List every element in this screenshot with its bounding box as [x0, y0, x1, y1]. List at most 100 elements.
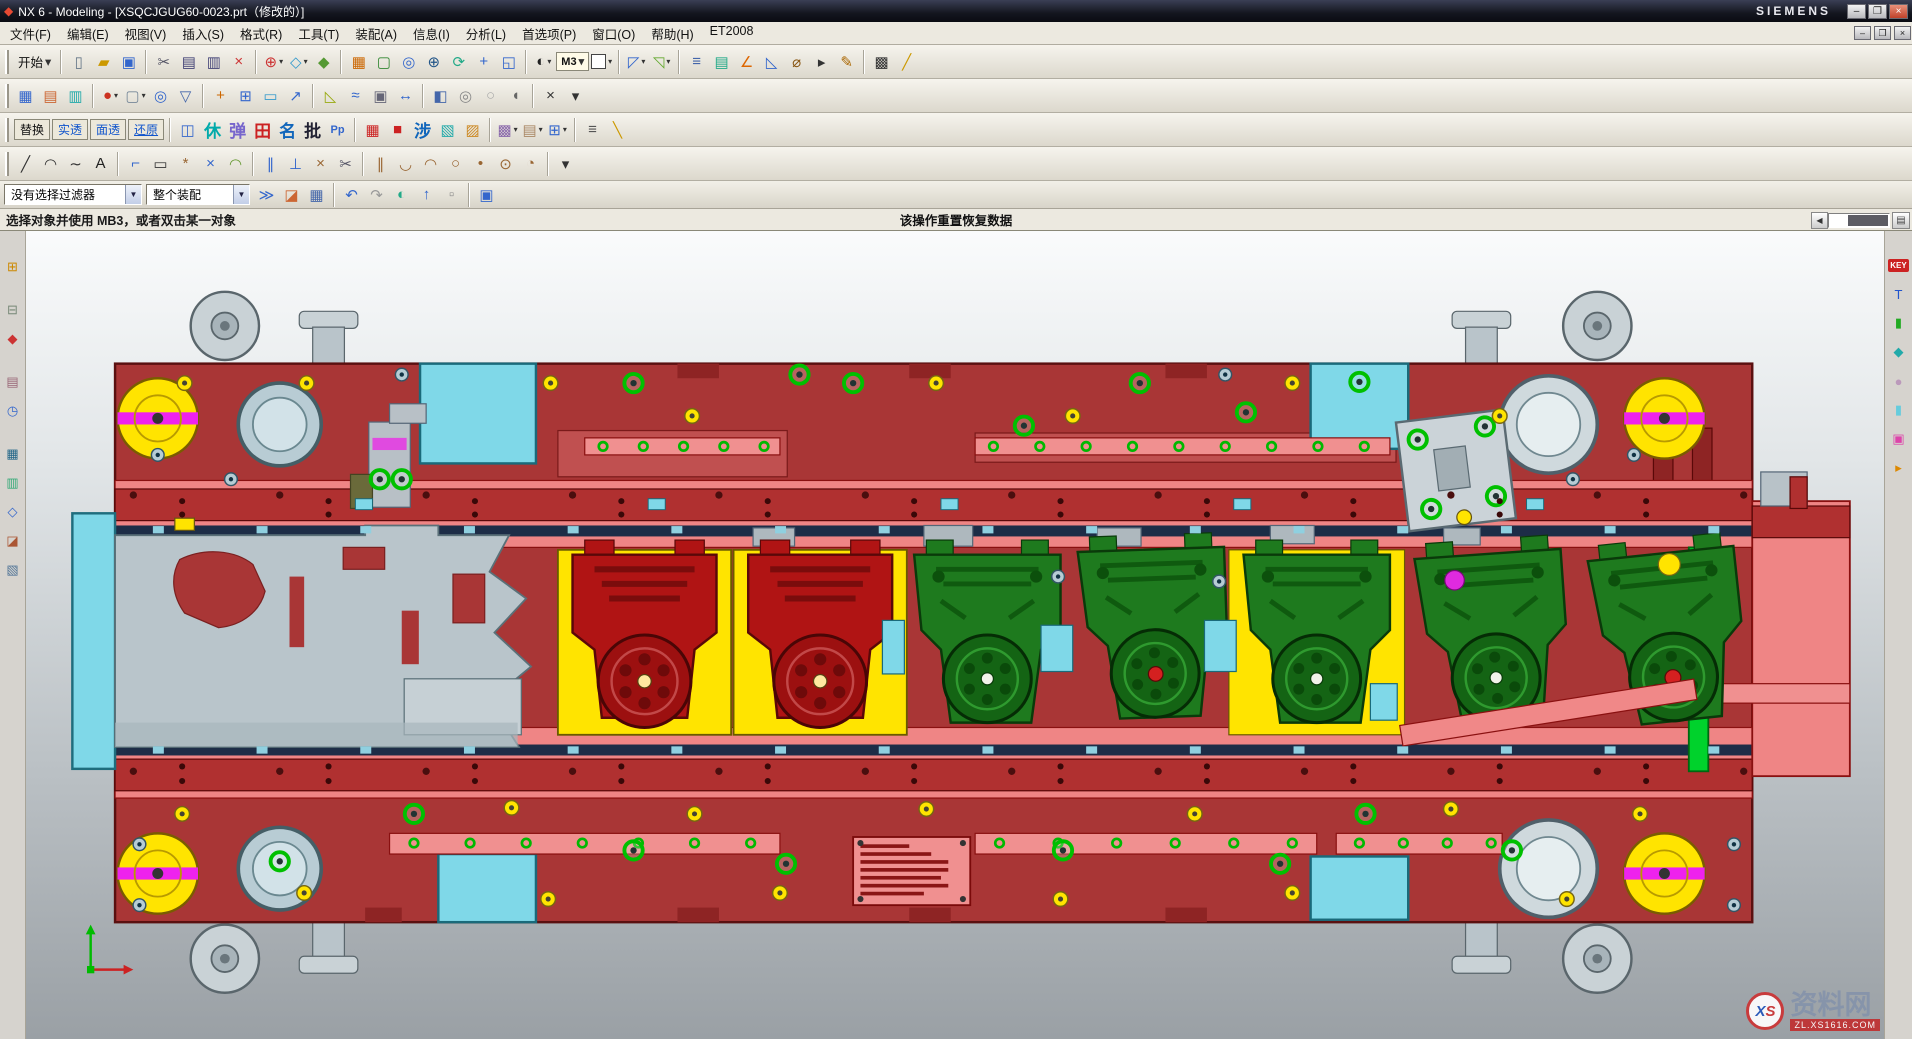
- section-view-button[interactable]: ◫: [175, 117, 200, 142]
- solid-translucency-button[interactable]: 实透: [52, 119, 88, 140]
- sketch-button[interactable]: ◆: [311, 49, 336, 74]
- wcs-display-button[interactable]: +: [208, 83, 233, 108]
- save-button[interactable]: ▣: [116, 49, 141, 74]
- sphere-select-button[interactable]: ◐: [389, 182, 414, 207]
- strip-entry-tab[interactable]: [175, 518, 195, 530]
- orange-mesh-button[interactable]: ▨: [460, 117, 485, 142]
- menu-item-0[interactable]: 文件(F): [2, 22, 59, 45]
- select-arrow-button[interactable]: ▸: [809, 49, 834, 74]
- plane-filter-button[interactable]: ◪: [279, 182, 304, 207]
- magnify-button[interactable]: ◎: [148, 83, 173, 108]
- blue-grid-dropdown[interactable]: ⊞▾: [545, 117, 570, 142]
- start-button[interactable]: 开始▾: [13, 49, 56, 74]
- menu-item-10[interactable]: 窗口(O): [584, 22, 643, 45]
- spline-button[interactable]: ∼: [63, 151, 88, 176]
- m3-combo-arrow[interactable]: ▾: [579, 55, 585, 68]
- prism-icon[interactable]: ◆: [1889, 342, 1909, 362]
- menu-item-12[interactable]: ET2008: [702, 22, 762, 45]
- cue-scrollbar-thumb[interactable]: [1848, 215, 1888, 226]
- up-level-button[interactable]: ↑: [414, 182, 439, 207]
- station-1-red-die[interactable]: [558, 540, 731, 735]
- stacked-squares-button[interactable]: ⊞: [233, 83, 258, 108]
- arrow-up-right-button[interactable]: ↗: [283, 83, 308, 108]
- station-6-magenta-bushing[interactable]: [1445, 571, 1465, 590]
- matrix-button[interactable]: ▩: [869, 49, 894, 74]
- tool-info-plate[interactable]: [853, 837, 970, 905]
- toolbar-grip[interactable]: [5, 50, 9, 74]
- xiu-button[interactable]: 休: [200, 117, 225, 142]
- palette-icon[interactable]: ▥: [3, 473, 23, 493]
- point-button[interactable]: •: [468, 151, 493, 176]
- zoom-in-out-button[interactable]: ⊕: [421, 49, 446, 74]
- quick-trim-button[interactable]: ◔: [518, 151, 543, 176]
- child-minimize-button[interactable]: –: [1854, 26, 1871, 40]
- ellipse-button[interactable]: ⊙: [493, 151, 518, 176]
- bottle-icon[interactable]: ▮: [1889, 400, 1909, 420]
- datum-plane-dropdown-arrow[interactable]: ▾: [304, 57, 308, 66]
- star-point-button[interactable]: *: [173, 151, 198, 176]
- datum-plane-dropdown[interactable]: ◇▾: [286, 49, 311, 74]
- flag-icon[interactable]: ▸: [1889, 458, 1909, 478]
- m3-combo[interactable]: M3▾: [556, 52, 589, 71]
- redo-button[interactable]: ↷: [364, 182, 389, 207]
- zoom-window-button[interactable]: ◎: [396, 49, 421, 74]
- orient-view-dropdown[interactable]: ◸▾: [624, 49, 649, 74]
- move-object-button[interactable]: ↔: [393, 83, 418, 108]
- toolbar-grip[interactable]: [5, 84, 9, 108]
- roles-icon[interactable]: ◇: [3, 502, 23, 522]
- face-translucency-button[interactable]: 面透: [90, 119, 126, 140]
- scissors-button[interactable]: ✂: [333, 151, 358, 176]
- restore-button-window[interactable]: ❐: [1868, 4, 1887, 19]
- point-dropdown-arrow[interactable]: ▾: [279, 57, 283, 66]
- cut-button[interactable]: ✂: [151, 49, 176, 74]
- red-grid-button[interactable]: 田: [250, 117, 275, 142]
- trim-recipe-button[interactable]: ×: [198, 151, 223, 176]
- measure-distance-button[interactable]: ⌀: [784, 49, 809, 74]
- text-button[interactable]: A: [88, 151, 113, 176]
- part-navigator-icon[interactable]: ◆: [3, 329, 23, 349]
- wave-link-button[interactable]: ≈: [343, 83, 368, 108]
- paste-button[interactable]: ▥: [201, 49, 226, 74]
- history-icon[interactable]: ◷: [3, 401, 23, 421]
- menu-item-1[interactable]: 编辑(E): [59, 22, 117, 45]
- hide-button[interactable]: ○: [478, 83, 503, 108]
- menu-item-8[interactable]: 分析(L): [458, 22, 514, 45]
- rectangle-button[interactable]: ▭: [148, 151, 173, 176]
- menu-item-4[interactable]: 格式(R): [232, 22, 290, 45]
- step-block-button[interactable]: ◺: [318, 83, 343, 108]
- menu-item-6[interactable]: 装配(A): [347, 22, 405, 45]
- copy-button[interactable]: ▤: [176, 49, 201, 74]
- menu-item-5[interactable]: 工具(T): [290, 22, 347, 45]
- pan-view-button[interactable]: +: [471, 49, 496, 74]
- blank-frame-dropdown-arrow[interactable]: ▾: [142, 91, 146, 100]
- perpendicular-button[interactable]: ⊥: [283, 151, 308, 176]
- process-studio-icon[interactable]: ▧: [3, 560, 23, 580]
- line-button[interactable]: ╱: [13, 151, 38, 176]
- mesh-filter-button[interactable]: ▦: [304, 182, 329, 207]
- upper-retainer-strips[interactable]: [585, 438, 1390, 455]
- part-table-button[interactable]: ▦: [13, 83, 38, 108]
- x-transform-button[interactable]: ×: [538, 83, 563, 108]
- toolbar-grip[interactable]: [5, 118, 9, 142]
- minimize-button[interactable]: –: [1847, 4, 1866, 19]
- interpart-button[interactable]: ▣: [368, 83, 393, 108]
- web-browser-icon[interactable]: ▦: [3, 444, 23, 464]
- red-mesh-button[interactable]: ▦: [360, 117, 385, 142]
- snap-view-dropdown[interactable]: ◹▾: [649, 49, 674, 74]
- color-swatch-dropdown[interactable]: ▾: [589, 49, 614, 74]
- start-button-arrow[interactable]: ▾: [45, 54, 51, 69]
- assembly-navigator-icon[interactable]: ⊞: [3, 257, 23, 277]
- station-4-red-pilot[interactable]: [1148, 667, 1163, 682]
- battery-icon[interactable]: ▮: [1889, 313, 1909, 333]
- tan-grid-dropdown-arrow[interactable]: ▾: [539, 125, 543, 134]
- stock-strip[interactable]: [115, 525, 531, 746]
- profile-button[interactable]: ⌐: [123, 151, 148, 176]
- pi-button[interactable]: 批: [300, 117, 325, 142]
- shaded-style-dropdown-arrow[interactable]: ▾: [547, 57, 551, 66]
- die-assembly-model[interactable]: [72, 292, 1849, 993]
- open-folder-button[interactable]: ▰: [91, 49, 116, 74]
- rotate-view-button[interactable]: ⟳: [446, 49, 471, 74]
- purple-grid-dropdown[interactable]: ▩▾: [495, 117, 520, 142]
- layer-settings-button[interactable]: ≡: [684, 49, 709, 74]
- purple-grid-dropdown-arrow[interactable]: ▾: [514, 125, 518, 134]
